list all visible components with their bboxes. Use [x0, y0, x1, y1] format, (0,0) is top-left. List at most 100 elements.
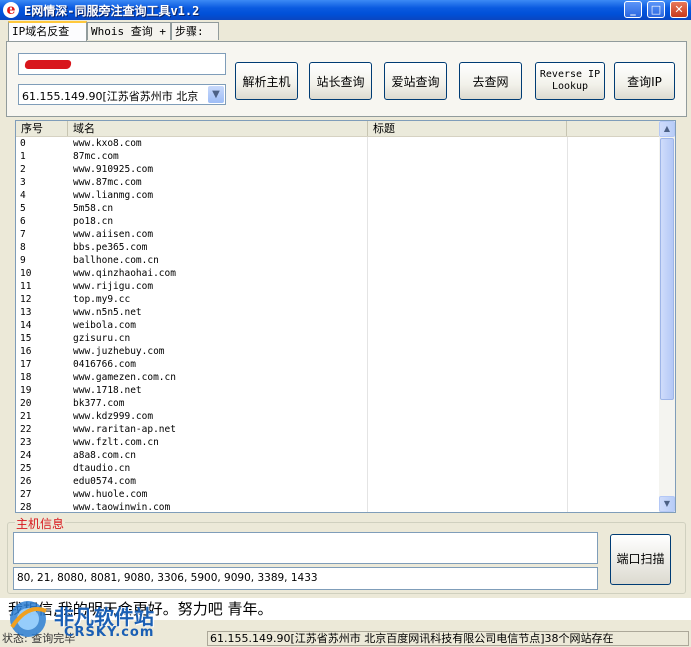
chawang-button[interactable]: 去查网: [459, 62, 522, 100]
chinaz-query-label: 站长查询: [316, 74, 365, 89]
row-domain-cell: www.gamezen.com.cn: [73, 372, 176, 383]
resolve-host-button[interactable]: 解析主机: [235, 62, 298, 100]
vertical-scrollbar[interactable]: ▲ ▼: [659, 121, 675, 512]
row-domain-cell: ballhone.com.cn: [73, 255, 159, 266]
row-domain-cell: www.lianmg.com: [73, 190, 154, 201]
table-row[interactable]: 18 www.gamezen.com.cn: [16, 371, 660, 384]
row-index-cell: 1: [20, 151, 26, 162]
domain-list[interactable]: 序号 域名 标题 0 www.kxo8.com 1 87mc.com 2 www.9109…: [15, 120, 676, 513]
row-domain-cell: www.1718.net: [73, 385, 142, 396]
table-row[interactable]: 10 www.qinzhaohai.com: [16, 267, 660, 280]
row-domain-cell: 87mc.com: [73, 151, 119, 162]
row-index-cell: 19: [20, 385, 32, 396]
table-row[interactable]: 11 www.rijigu.com: [16, 280, 660, 293]
scroll-up-icon[interactable]: ▲: [659, 121, 675, 137]
watermark-logo: 非凡软件站 CRSKY.com: [2, 597, 162, 642]
table-row[interactable]: 21 www.kdz999.com: [16, 410, 660, 423]
row-domain-cell: weibola.com: [73, 320, 136, 331]
close-button[interactable]: ✕: [670, 1, 688, 18]
table-row[interactable]: 28 www.taowinwin.com: [16, 501, 660, 513]
query-ip-button[interactable]: 查询IP: [614, 62, 675, 100]
title-bar[interactable]: e E网情深-同服旁注查询工具v1.2 _ □ ✕: [0, 0, 691, 20]
row-index-cell: 14: [20, 320, 32, 331]
list-header: 序号 域名 标题: [16, 121, 660, 137]
table-row[interactable]: 8 bbs.pe365.com: [16, 241, 660, 254]
ip-select[interactable]: 61.155.149.90[江苏省苏州市 北京 ▼: [18, 84, 226, 105]
query-ip-label: 查询IP: [627, 74, 662, 89]
row-index-cell: 6: [20, 216, 26, 227]
host-input[interactable]: [18, 53, 226, 75]
column-header-domain[interactable]: 域名: [68, 121, 368, 136]
row-domain-cell: top.my9.cc: [73, 294, 131, 305]
table-row[interactable]: 23 www.fzlt.com.cn: [16, 436, 660, 449]
table-row[interactable]: 4 www.lianmg.com: [16, 189, 660, 202]
row-index-cell: 7: [20, 229, 26, 240]
row-index-cell: 20: [20, 398, 32, 409]
row-domain-cell: bbs.pe365.com: [73, 242, 148, 253]
row-domain-cell: www.n5n5.net: [73, 307, 142, 318]
row-domain-cell: gzisuru.cn: [73, 333, 131, 344]
tab-steps[interactable]: 步骤:: [171, 22, 219, 40]
table-row[interactable]: 19 www.1718.net: [16, 384, 660, 397]
row-domain-cell: www.huole.com: [73, 489, 148, 500]
table-row[interactable]: 1 87mc.com: [16, 150, 660, 163]
table-row[interactable]: 20 bk377.com: [16, 397, 660, 410]
row-index-cell: 2: [20, 164, 26, 175]
chawang-label: 去查网: [472, 74, 509, 89]
table-row[interactable]: 27 www.huole.com: [16, 488, 660, 501]
row-index-cell: 8: [20, 242, 26, 253]
row-index-cell: 28: [20, 502, 32, 513]
app-logo-icon: e: [3, 2, 19, 18]
row-index-cell: 10: [20, 268, 32, 279]
chevron-down-icon[interactable]: ▼: [208, 86, 224, 103]
table-row[interactable]: 13 www.n5n5.net: [16, 306, 660, 319]
row-domain-cell: 0416766.com: [73, 359, 136, 370]
row-index-cell: 12: [20, 294, 32, 305]
scroll-thumb[interactable]: [660, 138, 674, 400]
table-row[interactable]: 7 www.aiisen.com: [16, 228, 660, 241]
table-row[interactable]: 24 a8a8.com.cn: [16, 449, 660, 462]
row-domain-cell: www.fzlt.com.cn: [73, 437, 159, 448]
table-row[interactable]: 17 0416766.com: [16, 358, 660, 371]
table-row[interactable]: 6 po18.cn: [16, 215, 660, 228]
status-right: 61.155.149.90[江苏省苏州市 北京百度网讯科技有限公司电信节点]38…: [207, 631, 689, 646]
row-domain-cell: www.910925.com: [73, 164, 154, 175]
row-domain-cell: www.taowinwin.com: [73, 502, 171, 513]
column-header-index[interactable]: 序号: [16, 121, 68, 136]
table-row[interactable]: 15 gzisuru.cn: [16, 332, 660, 345]
reverse-ip-lookup-button[interactable]: Reverse IP Lookup: [535, 62, 605, 100]
tab-ip-reverse[interactable]: IP域名反查: [8, 21, 87, 41]
ports-field[interactable]: 80, 21, 8080, 8081, 9080, 3306, 5900, 90…: [13, 567, 598, 590]
scroll-down-icon[interactable]: ▼: [659, 496, 675, 512]
row-index-cell: 27: [20, 489, 32, 500]
host-info-label: 主机信息: [15, 515, 66, 532]
list-rows: 0 www.kxo8.com 1 87mc.com 2 www.910925.com 3 ww…: [16, 137, 660, 513]
row-index-cell: 23: [20, 437, 32, 448]
chinaz-query-button[interactable]: 站长查询: [309, 62, 372, 100]
host-details-field[interactable]: [13, 532, 598, 564]
table-row[interactable]: 3 www.87mc.com: [16, 176, 660, 189]
row-domain-cell: www.aiisen.com: [73, 229, 154, 240]
table-row[interactable]: 5 5m58.cn: [16, 202, 660, 215]
port-scan-label: 端口扫描: [616, 552, 665, 566]
table-row[interactable]: 22 www.raritan-ap.net: [16, 423, 660, 436]
maximize-button[interactable]: □: [647, 1, 665, 18]
table-row[interactable]: 9 ballhone.com.cn: [16, 254, 660, 267]
table-row[interactable]: 26 edu0574.com: [16, 475, 660, 488]
table-row[interactable]: 2 www.910925.com: [16, 163, 660, 176]
table-row[interactable]: 25 dtaudio.cn: [16, 462, 660, 475]
aizhan-query-button[interactable]: 爱站查询: [384, 62, 447, 100]
table-row[interactable]: 0 www.kxo8.com: [16, 137, 660, 150]
minimize-button[interactable]: _: [624, 1, 642, 18]
table-row[interactable]: 12 top.my9.cc: [16, 293, 660, 306]
row-domain-cell: www.qinzhaohai.com: [73, 268, 176, 279]
row-domain-cell: www.juzhebuy.com: [73, 346, 165, 357]
row-domain-cell: www.raritan-ap.net: [73, 424, 176, 435]
row-index-cell: 24: [20, 450, 32, 461]
tab-whois[interactable]: Whois 查询 +: [87, 22, 171, 40]
table-row[interactable]: 16 www.juzhebuy.com: [16, 345, 660, 358]
reverse-ip-label-line2: Lookup: [551, 81, 589, 92]
port-scan-button[interactable]: 端口扫描: [610, 534, 671, 585]
table-row[interactable]: 14 weibola.com: [16, 319, 660, 332]
column-header-title[interactable]: 标题: [368, 121, 567, 136]
